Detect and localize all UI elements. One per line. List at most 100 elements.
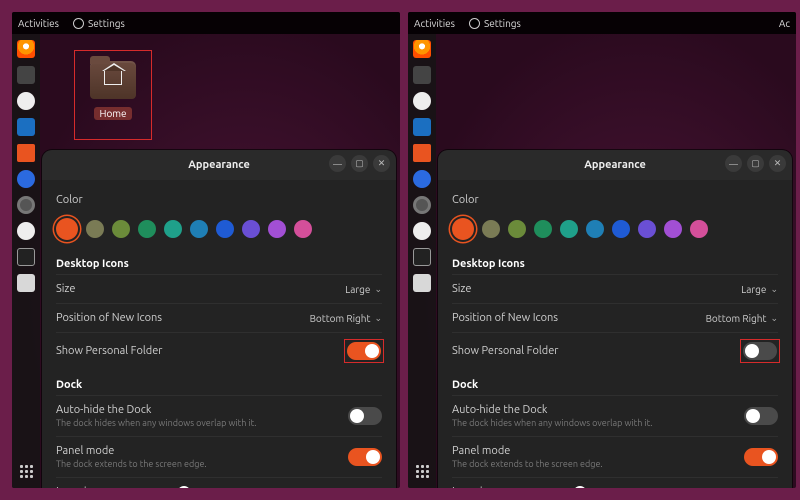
settings-icon[interactable] bbox=[17, 196, 35, 214]
iconsize-row: Icon size 22 bbox=[452, 477, 778, 488]
app-title[interactable]: Settings bbox=[484, 18, 521, 29]
panel-toggle[interactable] bbox=[744, 448, 778, 466]
show-personal-toggle[interactable] bbox=[743, 342, 777, 360]
color-label: Color bbox=[452, 194, 778, 206]
app-icon[interactable] bbox=[413, 118, 431, 136]
color-swatch[interactable] bbox=[242, 220, 260, 238]
show-personal-label: Show Personal Folder bbox=[56, 345, 346, 357]
panel-sub: The dock extends to the screen edge. bbox=[56, 459, 348, 469]
iconsize-label: Icon size bbox=[452, 486, 512, 488]
help-icon[interactable] bbox=[413, 170, 431, 188]
minimize-button[interactable]: — bbox=[725, 155, 742, 172]
autohide-toggle[interactable] bbox=[348, 407, 382, 425]
color-swatch[interactable] bbox=[612, 220, 630, 238]
show-personal-toggle[interactable] bbox=[347, 342, 381, 360]
chevron-down-icon: ⌄ bbox=[374, 284, 382, 295]
terminal-icon[interactable] bbox=[17, 248, 35, 266]
close-button[interactable]: ✕ bbox=[769, 155, 786, 172]
color-swatch[interactable] bbox=[138, 220, 156, 238]
home-folder-icon[interactable]: Home bbox=[74, 50, 152, 140]
iconsize-slider[interactable]: 22 bbox=[512, 487, 778, 489]
chevron-down-icon: ⌄ bbox=[770, 313, 778, 324]
color-swatches bbox=[452, 214, 778, 248]
trash-icon[interactable] bbox=[413, 274, 431, 292]
color-swatch[interactable] bbox=[534, 220, 552, 238]
position-value: Bottom Right bbox=[706, 313, 767, 324]
color-swatch[interactable] bbox=[560, 220, 578, 238]
files-icon[interactable] bbox=[413, 66, 431, 84]
software-icon[interactable] bbox=[17, 144, 35, 162]
color-swatch[interactable] bbox=[638, 220, 656, 238]
dock-section: Dock bbox=[452, 379, 778, 391]
color-swatch[interactable] bbox=[164, 220, 182, 238]
settings-icon[interactable] bbox=[413, 196, 431, 214]
chevron-down-icon: ⌄ bbox=[770, 284, 778, 295]
dock-section: Dock bbox=[56, 379, 382, 391]
app-icon[interactable] bbox=[413, 222, 431, 240]
color-row: Color bbox=[56, 186, 382, 214]
firefox-icon[interactable] bbox=[413, 40, 431, 58]
color-row: Color bbox=[452, 186, 778, 214]
folder-icon bbox=[90, 61, 136, 99]
position-row[interactable]: Position of New Icons Bottom Right⌄ bbox=[56, 303, 382, 332]
color-swatch[interactable] bbox=[86, 220, 104, 238]
window-titlebar[interactable]: Appearance — ▢ ✕ bbox=[438, 150, 792, 180]
color-swatch[interactable] bbox=[294, 220, 312, 238]
app-icon bbox=[73, 18, 84, 29]
show-apps-icon[interactable] bbox=[413, 462, 431, 480]
position-label: Position of New Icons bbox=[452, 312, 706, 324]
color-swatch[interactable] bbox=[452, 218, 474, 240]
iconsize-slider[interactable]: 22 bbox=[116, 487, 382, 489]
panel-toggle[interactable] bbox=[348, 448, 382, 466]
maximize-button[interactable]: ▢ bbox=[351, 155, 368, 172]
activities-button[interactable]: Activities bbox=[414, 18, 455, 29]
top-bar: Activities Settings bbox=[12, 12, 400, 34]
minimize-button[interactable]: — bbox=[329, 155, 346, 172]
color-swatches bbox=[56, 214, 382, 248]
autohide-toggle[interactable] bbox=[744, 407, 778, 425]
color-swatch[interactable] bbox=[586, 220, 604, 238]
autohide-sub: The dock hides when any windows overlap … bbox=[56, 418, 348, 428]
position-row[interactable]: Position of New Icons Bottom Right⌄ bbox=[452, 303, 778, 332]
app-icon[interactable] bbox=[17, 222, 35, 240]
help-icon[interactable] bbox=[17, 170, 35, 188]
app-title[interactable]: Settings bbox=[88, 18, 125, 29]
size-row[interactable]: Size Large⌄ bbox=[56, 274, 382, 303]
show-apps-icon[interactable] bbox=[17, 462, 35, 480]
show-personal-row: Show Personal Folder bbox=[452, 332, 778, 369]
software-icon[interactable] bbox=[413, 144, 431, 162]
files-icon[interactable] bbox=[17, 66, 35, 84]
size-label: Size bbox=[452, 283, 741, 295]
show-personal-row: Show Personal Folder bbox=[56, 332, 382, 369]
window-titlebar[interactable]: Appearance — ▢ ✕ bbox=[42, 150, 396, 180]
maximize-button[interactable]: ▢ bbox=[747, 155, 764, 172]
panel-sub: The dock extends to the screen edge. bbox=[452, 459, 744, 469]
settings-window: Appearance — ▢ ✕ Color bbox=[438, 150, 792, 488]
desktop-icons-section: Desktop Icons bbox=[56, 258, 382, 270]
panel-label: Panel mode bbox=[56, 445, 348, 457]
trash-icon[interactable] bbox=[17, 274, 35, 292]
app-icon[interactable] bbox=[17, 92, 35, 110]
color-swatch[interactable] bbox=[664, 220, 682, 238]
activities-button[interactable]: Activities bbox=[18, 18, 59, 29]
color-swatch[interactable] bbox=[190, 220, 208, 238]
autohide-row: Auto-hide the Dock The dock hides when a… bbox=[56, 395, 382, 436]
color-swatch[interactable] bbox=[112, 220, 130, 238]
color-swatch[interactable] bbox=[268, 220, 286, 238]
color-swatch[interactable] bbox=[482, 220, 500, 238]
color-label: Color bbox=[56, 194, 382, 206]
position-label: Position of New Icons bbox=[56, 312, 310, 324]
terminal-icon[interactable] bbox=[413, 248, 431, 266]
close-button[interactable]: ✕ bbox=[373, 155, 390, 172]
color-swatch[interactable] bbox=[56, 218, 78, 240]
firefox-icon[interactable] bbox=[17, 40, 35, 58]
size-row[interactable]: Size Large⌄ bbox=[452, 274, 778, 303]
color-swatch[interactable] bbox=[508, 220, 526, 238]
app-icon[interactable] bbox=[413, 92, 431, 110]
color-swatch[interactable] bbox=[690, 220, 708, 238]
color-swatch[interactable] bbox=[216, 220, 234, 238]
size-label: Size bbox=[56, 283, 345, 295]
panel-row: Panel mode The dock extends to the scree… bbox=[452, 436, 778, 477]
dock bbox=[12, 34, 40, 488]
app-icon[interactable] bbox=[17, 118, 35, 136]
